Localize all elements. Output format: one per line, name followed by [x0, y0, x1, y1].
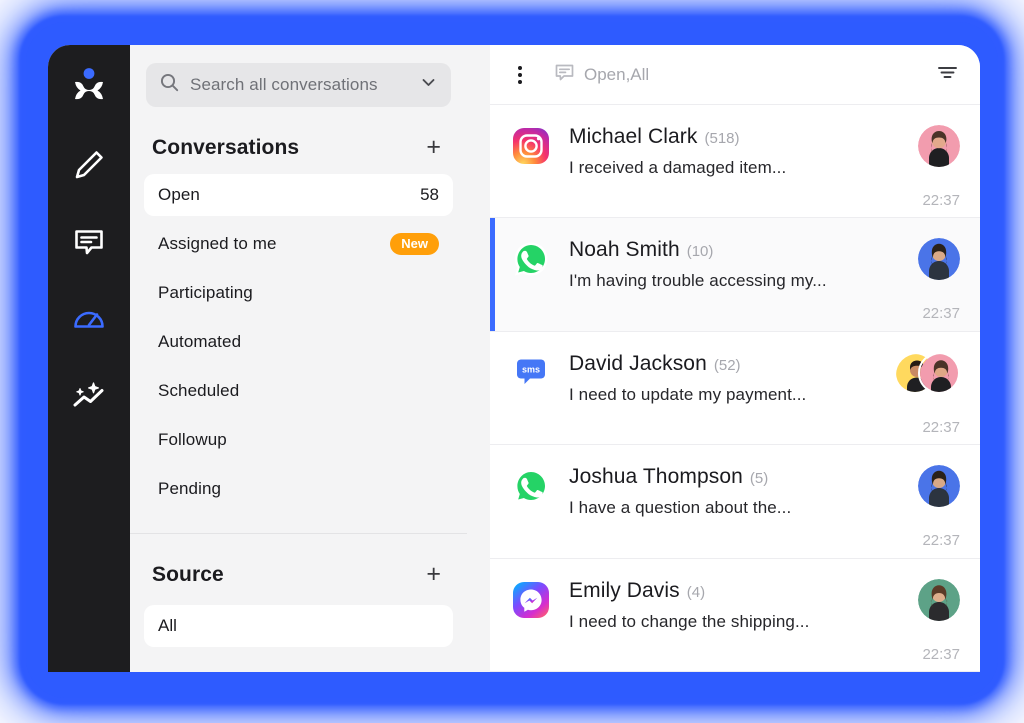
sidebar-item-label: Participating	[158, 283, 253, 302]
sidebar-item-automated[interactable]: Automated	[144, 321, 453, 363]
sidebar: Search all conversations Conversations +…	[130, 45, 467, 672]
conversation-row-meta: 22:37	[890, 465, 960, 549]
panel-gap	[467, 45, 490, 672]
sidebar-item-followup[interactable]: Followup	[144, 419, 453, 461]
instagram-icon	[512, 127, 550, 165]
sidebar-item-scheduled[interactable]: Scheduled	[144, 370, 453, 412]
source-title: Source	[152, 562, 224, 586]
sidebar-item-open[interactable]: Open 58	[144, 174, 453, 216]
timestamp: 22:37	[922, 192, 960, 209]
sidebar-item-label: Automated	[158, 332, 242, 351]
avatar	[918, 125, 960, 167]
svg-text:sms: sms	[522, 364, 540, 374]
conversation-list-header: Open,All	[490, 45, 980, 105]
filter-lines-icon[interactable]	[935, 60, 960, 90]
chat-bubble-icon[interactable]	[67, 220, 111, 264]
status-badge: New	[390, 232, 439, 256]
chevron-down-icon[interactable]	[420, 74, 437, 96]
contact-name: Noah Smith	[569, 238, 680, 262]
sidebar-item-label: Assigned to me	[158, 234, 277, 253]
contact-name: Emily Davis	[569, 578, 680, 602]
contact-name: Michael Clark	[569, 125, 698, 148]
app-window: Search all conversations Conversations +…	[48, 45, 980, 672]
conversation-title: Joshua Thompson (5)	[569, 465, 890, 489]
screenshot-stage: Search all conversations Conversations +…	[0, 0, 1024, 723]
timestamp: 22:37	[922, 305, 960, 323]
app-logo-icon[interactable]	[67, 63, 111, 107]
message-count: (5)	[749, 470, 769, 488]
conversation-filter[interactable]: Open,All	[554, 62, 649, 88]
avatar	[918, 238, 960, 281]
sidebar-item-pending[interactable]: Pending	[144, 468, 453, 510]
search-icon	[160, 73, 179, 97]
gauge-icon[interactable]	[67, 297, 111, 341]
conversation-row-body: David Jackson (52) I need to update my p…	[569, 352, 890, 405]
sidebar-item-count: 58	[420, 185, 439, 204]
messenger-icon	[512, 581, 550, 619]
conversation-row-meta: 22:37	[890, 351, 960, 436]
conversation-row-body: Joshua Thompson (5) I have a question ab…	[569, 465, 890, 518]
sidebar-item-label: Followup	[158, 430, 227, 449]
sms-icon: sms	[512, 354, 550, 392]
timestamp: 22:37	[922, 532, 960, 550]
conversation-filter-label: Open,All	[584, 64, 650, 84]
conversation-row[interactable]: sms David Jackson (52) I need to update …	[490, 332, 980, 446]
whatsapp-icon	[512, 240, 550, 278]
search-input[interactable]: Search all conversations	[146, 63, 451, 107]
kebab-menu-icon[interactable]	[512, 62, 528, 88]
avatar	[918, 578, 960, 621]
message-count: (4)	[686, 583, 706, 601]
conversation-row[interactable]: Joshua Thompson (5) I have a question ab…	[490, 445, 980, 559]
conversation-title: David Jackson (52)	[569, 352, 890, 376]
avatar	[918, 465, 960, 508]
conversation-title: Noah Smith (10)	[569, 238, 890, 262]
sidebar-item-participating[interactable]: Participating	[144, 272, 453, 314]
message-count: (10)	[686, 243, 714, 261]
conversation-title: Emily Davis (4)	[569, 579, 890, 603]
whatsapp-icon	[512, 467, 550, 505]
conversation-row-body: Michael Clark (518) I received a damaged…	[569, 125, 890, 178]
conversation-row[interactable]: Noah Smith (10) I'm having trouble acces…	[490, 218, 980, 332]
message-preview: I received a damaged item...	[569, 158, 787, 177]
search-placeholder: Search all conversations	[190, 75, 378, 94]
conversation-list-panel: Open,All Michael Clark (518) I received …	[490, 45, 980, 672]
conversations-section-header: Conversations +	[130, 133, 467, 162]
message-preview: I'm having trouble accessing my...	[569, 271, 827, 291]
sidebar-item-label: Scheduled	[158, 381, 240, 400]
source-section-header: Source +	[130, 560, 467, 589]
conversation-row-body: Noah Smith (10) I'm having trouble acces…	[569, 238, 890, 291]
conversations-nav: Open 58 Assigned to me New Participating…	[130, 174, 467, 517]
sidebar-item-assigned-to-me[interactable]: Assigned to me New	[144, 223, 453, 265]
message-preview: I need to change the shipping...	[569, 611, 810, 631]
sidebar-item-label: Open	[158, 185, 200, 204]
avatar-group	[894, 351, 960, 394]
pencil-icon[interactable]	[67, 143, 111, 187]
conversation-row[interactable]: Michael Clark (518) I received a damaged…	[490, 105, 980, 219]
conversation-row-body: Emily Davis (4) I need to change the shi…	[569, 579, 890, 632]
sidebar-divider	[130, 533, 467, 534]
source-selected-value: All	[158, 616, 177, 635]
message-count: (518)	[704, 130, 740, 147]
contact-name: Joshua Thompson	[569, 465, 743, 489]
chat-filter-icon	[554, 62, 575, 88]
add-source-button[interactable]: +	[422, 560, 445, 589]
avatar	[918, 351, 960, 394]
timestamp: 22:37	[922, 645, 960, 663]
source-select[interactable]: All	[144, 605, 453, 647]
message-preview: I have a question about the...	[569, 498, 792, 518]
conversation-row-meta: 22:37	[890, 578, 960, 663]
message-count: (52)	[713, 356, 741, 374]
conversation-row-meta: 22:37	[890, 125, 960, 209]
sparkle-trend-icon[interactable]	[67, 374, 111, 418]
app-rail	[48, 45, 130, 672]
conversations-title: Conversations	[152, 135, 300, 159]
conversation-title: Michael Clark (518)	[569, 125, 890, 149]
contact-name: David Jackson	[569, 351, 707, 375]
timestamp: 22:37	[922, 418, 960, 436]
conversation-row-meta: 22:37	[890, 238, 960, 322]
message-preview: I need to update my payment...	[569, 384, 807, 404]
add-conversation-button[interactable]: +	[422, 133, 445, 162]
sidebar-item-label: Pending	[158, 479, 222, 498]
conversation-row[interactable]: Emily Davis (4) I need to change the shi…	[490, 559, 980, 672]
